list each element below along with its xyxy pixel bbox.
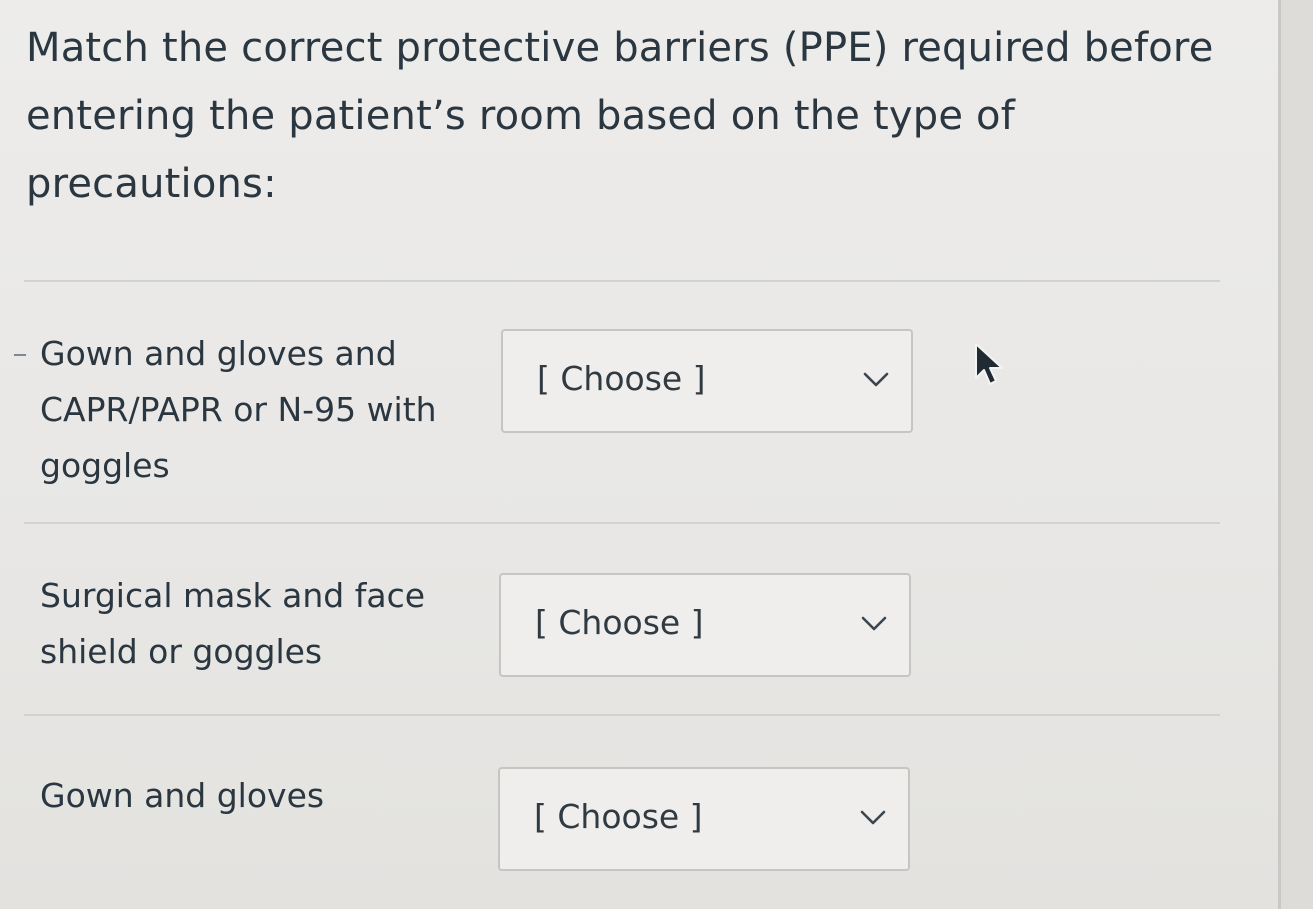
match-select-2[interactable]: [ Choose ] (499, 573, 911, 677)
mouse-pointer-icon (975, 343, 1003, 385)
window-gutter (1281, 0, 1313, 909)
chevron-down-icon (863, 372, 889, 387)
match-prompt-3: Gown and gloves (40, 776, 325, 815)
match-select-1[interactable]: [ Choose ] (501, 329, 913, 433)
dash-mark (14, 354, 26, 356)
select-value: [ Choose ] (534, 797, 703, 836)
divider (24, 714, 1220, 716)
chevron-down-icon (861, 616, 887, 631)
select-value: [ Choose ] (535, 603, 704, 642)
match-select-3[interactable]: [ Choose ] (498, 767, 910, 871)
chevron-down-icon (860, 810, 886, 825)
select-value: [ Choose ] (537, 359, 706, 398)
match-prompt-1: Gown and gloves and CAPR/PAPR or N-95 wi… (40, 334, 437, 485)
question-text: Match the correct protective barriers (P… (26, 25, 1214, 207)
match-prompt-2: Surgical mask and face shield or goggles (40, 576, 426, 671)
divider (24, 522, 1220, 524)
quiz-question-panel: Match the correct protective barriers (P… (0, 0, 1278, 909)
divider (24, 280, 1220, 282)
